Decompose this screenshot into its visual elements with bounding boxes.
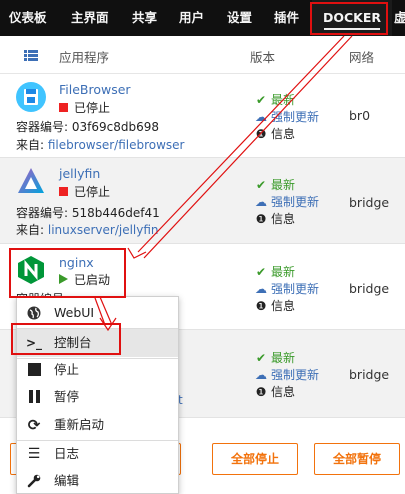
annotation-box-nginx [9, 248, 126, 298]
force-update-link[interactable]: ☁ 强制更新 [254, 366, 319, 383]
container-name-link[interactable]: FileBrowser [59, 82, 131, 97]
stop-all-button[interactable]: 全部停止 [212, 443, 298, 475]
network-value: br0 [349, 108, 371, 123]
menu-item-restart[interactable]: ⟳ 重新启动 [17, 411, 178, 439]
container-state: 已停止 [59, 183, 110, 200]
force-update-link[interactable]: ☁ 强制更新 [254, 193, 319, 210]
pause-icon [26, 383, 42, 411]
nav-settings[interactable]: 设置 [227, 0, 252, 36]
column-header-version: 版本 [250, 50, 276, 65]
column-header-app: 应用程序 [59, 50, 110, 65]
nav-vms[interactable]: 虚 [394, 0, 405, 36]
container-id: 容器编号: 03f69c8db698 [16, 120, 160, 134]
info-icon: ❶ [255, 385, 267, 399]
info-link[interactable]: ❶ 信息 [254, 297, 295, 314]
network-value: bridge [349, 281, 390, 296]
table-row: jellyfin 已停止 容器编号: 518b446def41 来自: linu… [0, 158, 405, 244]
table-header: 应用程序 版本 网络 [0, 36, 405, 74]
force-update-link[interactable]: ☁ 强制更新 [254, 108, 319, 125]
check-icon: ✔ [255, 178, 267, 192]
info-link[interactable]: ❶ 信息 [254, 383, 295, 400]
list-view-icon[interactable] [24, 50, 38, 61]
version-latest: ✔ 最新 [255, 265, 296, 279]
stopped-square-icon [59, 187, 68, 196]
info-link[interactable]: ❶ 信息 [254, 210, 295, 227]
check-icon: ✔ [255, 351, 267, 365]
wrench-icon [26, 467, 42, 494]
cloud-download-icon: ☁ [255, 110, 267, 124]
network-value: bridge [349, 195, 390, 210]
info-link[interactable]: ❶ 信息 [254, 125, 295, 142]
menu-item-pause[interactable]: 暂停 [17, 383, 178, 411]
cloud-download-icon: ☁ [255, 282, 267, 296]
info-icon: ❶ [255, 127, 267, 141]
container-id: 容器编号: 518b446def41 [16, 206, 160, 220]
annotation-box-docker [310, 2, 388, 35]
version-latest: ✔ 最新 [255, 93, 296, 107]
check-icon: ✔ [255, 93, 267, 107]
menu-item-stop[interactable]: 停止 [17, 356, 178, 384]
stop-icon [26, 356, 42, 384]
container-source: 来自: filebrowser/filebrowser [16, 138, 185, 152]
nav-main[interactable]: 主界面 [71, 0, 109, 36]
version-latest: ✔ 最新 [255, 351, 296, 365]
pause-all-button[interactable]: 全部暂停 [314, 443, 400, 475]
container-state: 已停止 [59, 99, 110, 116]
menu-item-logs[interactable]: ☰ 日志 [17, 440, 178, 468]
stopped-square-icon [59, 103, 68, 112]
version-latest: ✔ 最新 [255, 178, 296, 192]
check-icon: ✔ [255, 265, 267, 279]
network-value: bridge [349, 367, 390, 382]
cloud-download-icon: ☁ [255, 368, 267, 382]
nav-plugins[interactable]: 插件 [274, 0, 299, 36]
nav-users[interactable]: 用户 [179, 0, 204, 36]
container-source: 来自: linuxserver/jellyfin [16, 223, 159, 237]
annotation-box-console [11, 323, 121, 355]
cloud-download-icon: ☁ [255, 195, 267, 209]
list-icon: ☰ [27, 446, 41, 462]
column-header-network: 网络 [349, 50, 375, 65]
jellyfin-app-icon [16, 166, 46, 196]
nav-dashboard[interactable]: 仪表板 [9, 0, 47, 36]
restart-icon: ⟳ [27, 416, 41, 434]
container-name-link[interactable]: jellyfin [59, 166, 100, 181]
info-icon: ❶ [255, 212, 267, 226]
info-icon: ❶ [255, 299, 267, 313]
force-update-link[interactable]: ☁ 强制更新 [254, 280, 319, 297]
table-row: FileBrowser 已停止 容器编号: 03f69c8db698 来自: f… [0, 74, 405, 158]
menu-item-edit[interactable]: 编辑 [17, 467, 178, 494]
nav-shares[interactable]: 共享 [132, 0, 157, 36]
filebrowser-app-icon [16, 82, 46, 112]
